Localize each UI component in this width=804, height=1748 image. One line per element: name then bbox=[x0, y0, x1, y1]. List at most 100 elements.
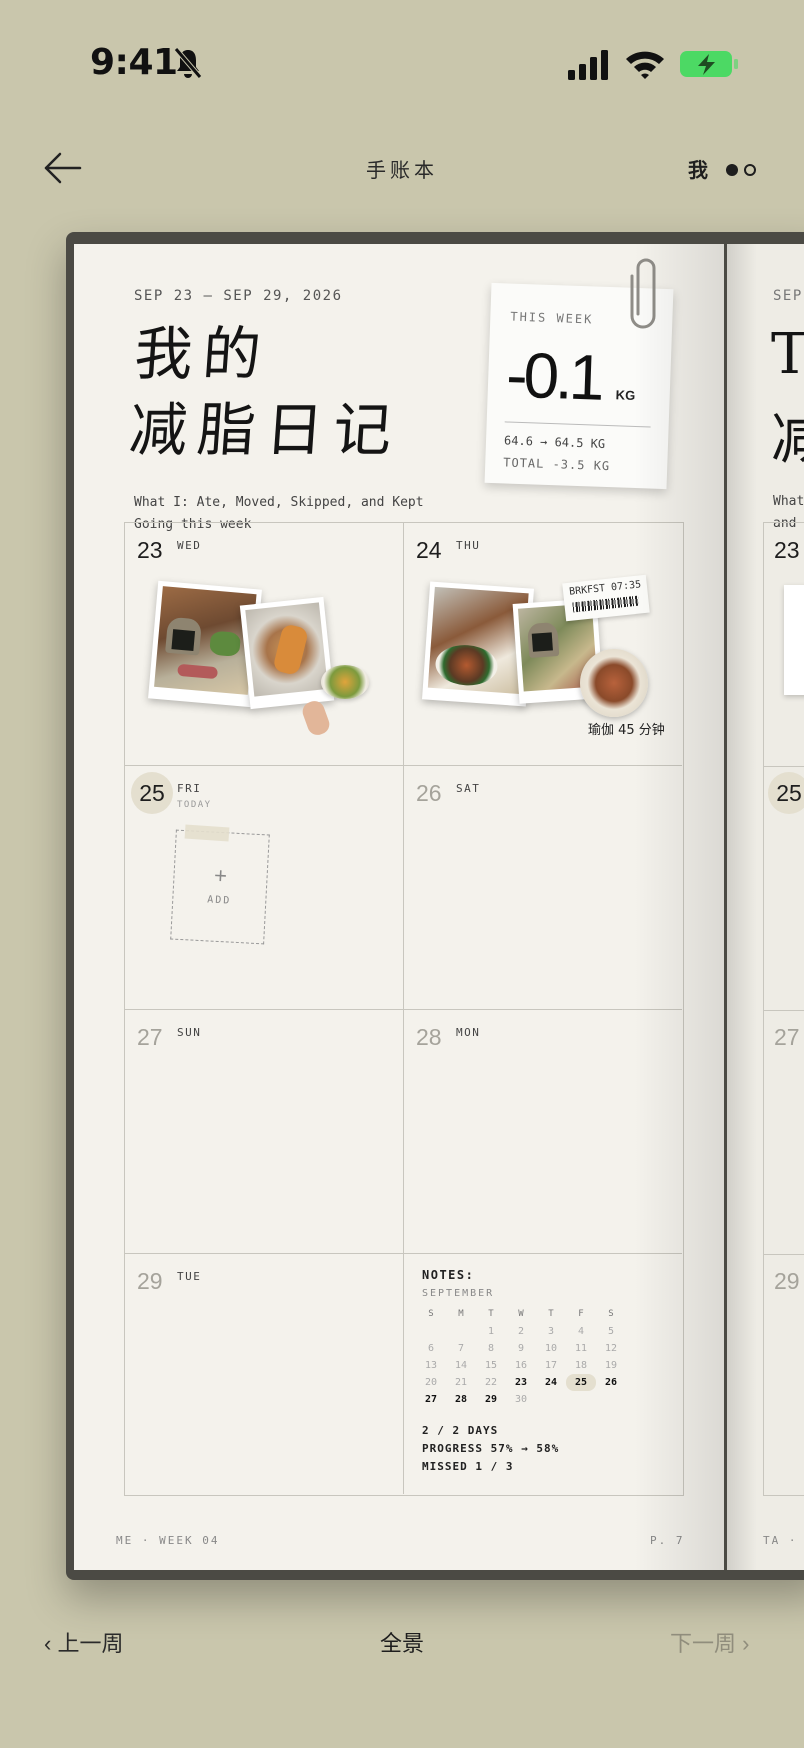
day-cell-29[interactable]: 29 TUE bbox=[125, 1254, 404, 1494]
day-cell-28[interactable]: 28 MON bbox=[404, 1010, 682, 1254]
calendar-day: 22 bbox=[484, 1377, 498, 1388]
date-range: SEP 23 — SEP 29, 2026 bbox=[134, 288, 343, 304]
meal-photo-edge bbox=[784, 585, 804, 695]
meal-photo-image bbox=[154, 586, 257, 695]
wifi-icon bbox=[626, 51, 664, 79]
shrimp-image bbox=[272, 623, 310, 677]
bowl-image bbox=[434, 643, 499, 688]
toast-plate bbox=[580, 649, 648, 717]
next-page-footer: TA · bbox=[763, 1534, 798, 1547]
day-number: 27 bbox=[137, 1024, 163, 1050]
day-number-today: 25 bbox=[768, 772, 804, 814]
page-dot-active[interactable] bbox=[726, 163, 738, 176]
week-card-total: TOTAL -3.5 KG bbox=[503, 455, 611, 474]
calendar-day: 9 bbox=[517, 1343, 525, 1354]
calendar-day: 11 bbox=[574, 1343, 588, 1354]
calendar-day: 23 bbox=[514, 1377, 528, 1388]
calendar-weekday: T bbox=[548, 1309, 554, 1319]
calendar-weekday: W bbox=[518, 1309, 524, 1319]
page-footer-left: ME · WEEK 04 bbox=[116, 1534, 220, 1547]
stat-missed: MISSED 1 / 3 bbox=[422, 1460, 514, 1473]
calendar-day bbox=[536, 1391, 566, 1408]
grid-line bbox=[764, 766, 804, 767]
next-page-date: SEP bbox=[773, 288, 803, 304]
next-page-grid: 23 25 27 29 bbox=[763, 522, 804, 1496]
day-name: WED bbox=[177, 539, 202, 552]
notebook[interactable]: SEP 23 — SEP 29, 2026 我的 减脂日记 What I: At… bbox=[66, 232, 804, 1580]
calendar-day: 10 bbox=[544, 1343, 558, 1354]
next-page-title-2: 减 bbox=[771, 407, 804, 472]
mini-calendar: S M T W T F S 1 2 3 4 5 6 7 8 9 10 11 12 13 14 15 16 17 18 19 20 21… bbox=[416, 1306, 626, 1408]
calendar-day: 18 bbox=[574, 1360, 588, 1371]
calendar-weekday: M bbox=[458, 1309, 464, 1319]
calendar-weekday-row: SMTWTFS bbox=[416, 1306, 626, 1323]
calendar-day: 21 bbox=[454, 1377, 468, 1388]
week-card-value: -0.1 bbox=[505, 338, 602, 414]
nori-image bbox=[171, 629, 196, 652]
page-dot[interactable] bbox=[744, 163, 756, 176]
calendar-week-row: 13 14 15 16 17 18 19 bbox=[416, 1357, 626, 1374]
day-cell-25-today[interactable]: 25 FRI TODAY + ADD bbox=[125, 766, 404, 1010]
calendar-day: 5 bbox=[607, 1326, 615, 1337]
calendar-day: 4 bbox=[577, 1326, 585, 1337]
meal-photo-image bbox=[245, 602, 328, 697]
tape-strip bbox=[184, 824, 230, 842]
day-name: TUE bbox=[177, 1270, 202, 1283]
sausage-image bbox=[177, 663, 219, 680]
week-card-range: 64.6 → 64.5 KG bbox=[503, 433, 606, 451]
calendar-week-row: 1 2 3 4 5 bbox=[416, 1323, 626, 1340]
day-number: 26 bbox=[416, 780, 442, 806]
next-week-button[interactable]: 下一周 › bbox=[670, 1626, 749, 1658]
receipt-ticket: BRKFST 07:35 bbox=[562, 574, 650, 622]
calendar-day: 15 bbox=[484, 1360, 498, 1371]
nav-title: 手账本 bbox=[366, 160, 438, 182]
cellular-signal-icon bbox=[568, 50, 608, 80]
calendar-week-row: 27 28 29 30 bbox=[416, 1391, 626, 1408]
calendar-day: 3 bbox=[547, 1326, 555, 1337]
day-number: 23 bbox=[137, 537, 163, 563]
day-number-today: 25 bbox=[131, 772, 173, 814]
divider bbox=[504, 421, 651, 428]
day-number: 24 bbox=[416, 537, 442, 563]
calendar-day: 8 bbox=[487, 1343, 495, 1354]
week-grid: 23 WED 24 THU BRKFST 07:35 瑜伽 45 分钟 25 F… bbox=[124, 522, 684, 1496]
calendar-day bbox=[446, 1323, 476, 1340]
calendar-day: 27 bbox=[424, 1394, 438, 1405]
bell-muted-icon bbox=[174, 47, 202, 79]
calendar-day bbox=[566, 1391, 596, 1408]
activity-caption: 瑜伽 45 分钟 bbox=[588, 723, 665, 738]
journal-page: SEP 23 — SEP 29, 2026 我的 减脂日记 What I: At… bbox=[74, 244, 724, 1570]
status-bar: 9:41 bbox=[0, 0, 804, 130]
calendar-day: 1 bbox=[487, 1326, 495, 1337]
day-cell-26[interactable]: 26 SAT bbox=[404, 766, 682, 1010]
calendar-day: 20 bbox=[424, 1377, 438, 1388]
battery-charging-icon bbox=[680, 51, 738, 77]
day-cell-23[interactable]: 23 WED bbox=[125, 523, 404, 766]
calendar-weekday: T bbox=[488, 1309, 494, 1319]
me-tab[interactable]: 我 bbox=[688, 154, 708, 183]
day-cell-27[interactable]: 27 SUN bbox=[125, 1010, 404, 1254]
meal-photo[interactable] bbox=[239, 596, 335, 710]
add-photo-button[interactable]: + ADD bbox=[170, 829, 270, 945]
calendar-day: 14 bbox=[454, 1360, 468, 1371]
week-card-label: THIS WEEK bbox=[510, 309, 594, 327]
day-name: FRI bbox=[177, 782, 202, 795]
page-indicator[interactable] bbox=[726, 161, 762, 179]
page-title: 我的 减脂日记 bbox=[127, 316, 410, 468]
stat-days: 2 / 2 DAYS bbox=[422, 1424, 499, 1437]
calendar-day: 25 bbox=[566, 1374, 596, 1391]
calendar-day: 26 bbox=[604, 1377, 618, 1388]
next-journal-page[interactable]: SEP T 减 What and 23 25 27 29 TA · bbox=[727, 244, 804, 1570]
add-label: ADD bbox=[206, 894, 232, 907]
day-name: SUN bbox=[177, 1026, 202, 1039]
day-number: 23 bbox=[774, 537, 800, 563]
day-number: 29 bbox=[137, 1268, 163, 1294]
notes-stats: 2 / 2 DAYS PROGRESS 57% → 58% MISSED 1 /… bbox=[422, 1422, 559, 1476]
today-label: TODAY bbox=[177, 800, 212, 810]
week-card-unit: KG bbox=[615, 387, 636, 403]
calendar-day bbox=[416, 1323, 446, 1340]
stat-progress: PROGRESS 57% → 58% bbox=[422, 1442, 560, 1455]
title-line-2: 减脂日记 bbox=[126, 396, 404, 464]
day-cell-24[interactable]: 24 THU BRKFST 07:35 瑜伽 45 分钟 bbox=[404, 523, 682, 766]
calendar-day: 29 bbox=[484, 1394, 498, 1405]
